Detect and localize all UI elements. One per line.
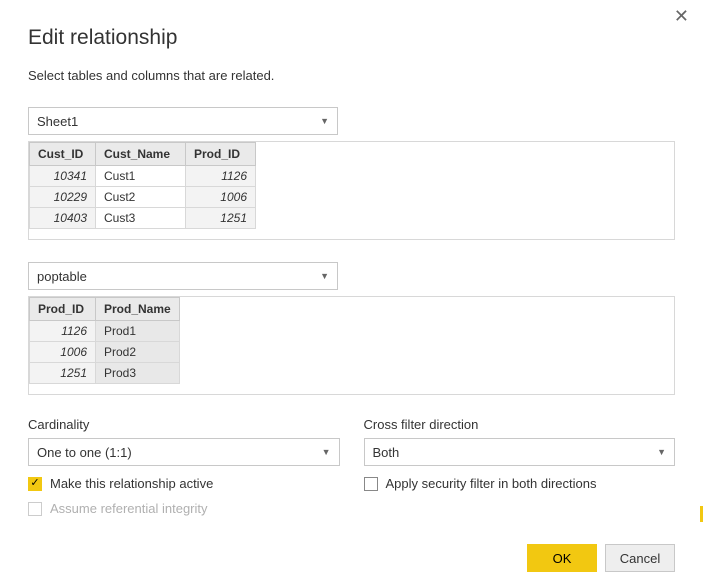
assume-ref-label: Assume referential integrity — [50, 501, 208, 516]
cell: Cust3 — [96, 208, 186, 229]
cell: Cust2 — [96, 187, 186, 208]
table-row[interactable]: 10403 Cust3 1251 — [30, 208, 256, 229]
table2-select[interactable]: poptable ▼ — [28, 262, 338, 290]
table-row[interactable]: 1126 Prod1 — [30, 321, 180, 342]
crossfilter-select[interactable]: Both ▼ — [364, 438, 676, 466]
crossfilter-value: Both — [373, 445, 400, 460]
cardinality-select[interactable]: One to one (1:1) ▼ — [28, 438, 340, 466]
cell: 1251 — [30, 363, 96, 384]
table2-select-value: poptable — [37, 269, 87, 284]
cell: 10341 — [30, 166, 96, 187]
cell: 1006 — [186, 187, 256, 208]
cardinality-label: Cardinality — [28, 417, 340, 432]
ok-button[interactable]: OK — [527, 544, 597, 572]
cell: 10403 — [30, 208, 96, 229]
table-row[interactable]: 10229 Cust2 1006 — [30, 187, 256, 208]
table1-select-value: Sheet1 — [37, 114, 78, 129]
chevron-down-icon: ▼ — [320, 116, 329, 126]
dialog-subtitle: Select tables and columns that are relat… — [28, 68, 675, 83]
checkbox-checked-icon: ✓ — [28, 477, 42, 491]
table-row[interactable]: 1251 Prod3 — [30, 363, 180, 384]
table2-grid[interactable]: Prod_ID Prod_Name 1126 Prod1 1006 Prod2 … — [29, 297, 180, 384]
crossfilter-label: Cross filter direction — [364, 417, 676, 432]
cancel-button[interactable]: Cancel — [605, 544, 675, 572]
table1-preview: Cust_ID Cust_Name Prod_ID 10341 Cust1 11… — [28, 141, 675, 240]
checkbox-unchecked-icon — [28, 502, 42, 516]
table1-col-prodid[interactable]: Prod_ID — [186, 143, 256, 166]
cell: 1126 — [30, 321, 96, 342]
chevron-down-icon: ▼ — [322, 447, 331, 457]
table1-grid[interactable]: Cust_ID Cust_Name Prod_ID 10341 Cust1 11… — [29, 142, 256, 229]
table2-col-prodname[interactable]: Prod_Name — [96, 298, 180, 321]
table1-col-custname[interactable]: Cust_Name — [96, 143, 186, 166]
make-active-checkbox[interactable]: ✓ Make this relationship active — [28, 476, 340, 491]
table2-col-prodid[interactable]: Prod_ID — [30, 298, 96, 321]
cell: Prod3 — [96, 363, 180, 384]
apply-security-checkbox[interactable]: Apply security filter in both directions — [364, 476, 676, 491]
table1-col-custid[interactable]: Cust_ID — [30, 143, 96, 166]
close-icon[interactable]: ✕ — [674, 6, 689, 27]
cardinality-value: One to one (1:1) — [37, 445, 132, 460]
table2-preview: Prod_ID Prod_Name 1126 Prod1 1006 Prod2 … — [28, 296, 675, 395]
dialog-footer: OK Cancel — [527, 544, 675, 572]
table-row[interactable]: 10341 Cust1 1126 — [30, 166, 256, 187]
dialog-title: Edit relationship — [28, 26, 675, 50]
table-row[interactable]: 1006 Prod2 — [30, 342, 180, 363]
cell: 1126 — [186, 166, 256, 187]
cell: 10229 — [30, 187, 96, 208]
cell: 1006 — [30, 342, 96, 363]
table1-select[interactable]: Sheet1 ▼ — [28, 107, 338, 135]
cell: Cust1 — [96, 166, 186, 187]
make-active-label: Make this relationship active — [50, 476, 213, 491]
cell: Prod1 — [96, 321, 180, 342]
apply-security-label: Apply security filter in both directions — [386, 476, 597, 491]
cell: Prod2 — [96, 342, 180, 363]
chevron-down-icon: ▼ — [657, 447, 666, 457]
cell: 1251 — [186, 208, 256, 229]
checkbox-unchecked-icon — [364, 477, 378, 491]
chevron-down-icon: ▼ — [320, 271, 329, 281]
assume-ref-checkbox: Assume referential integrity — [28, 501, 340, 516]
